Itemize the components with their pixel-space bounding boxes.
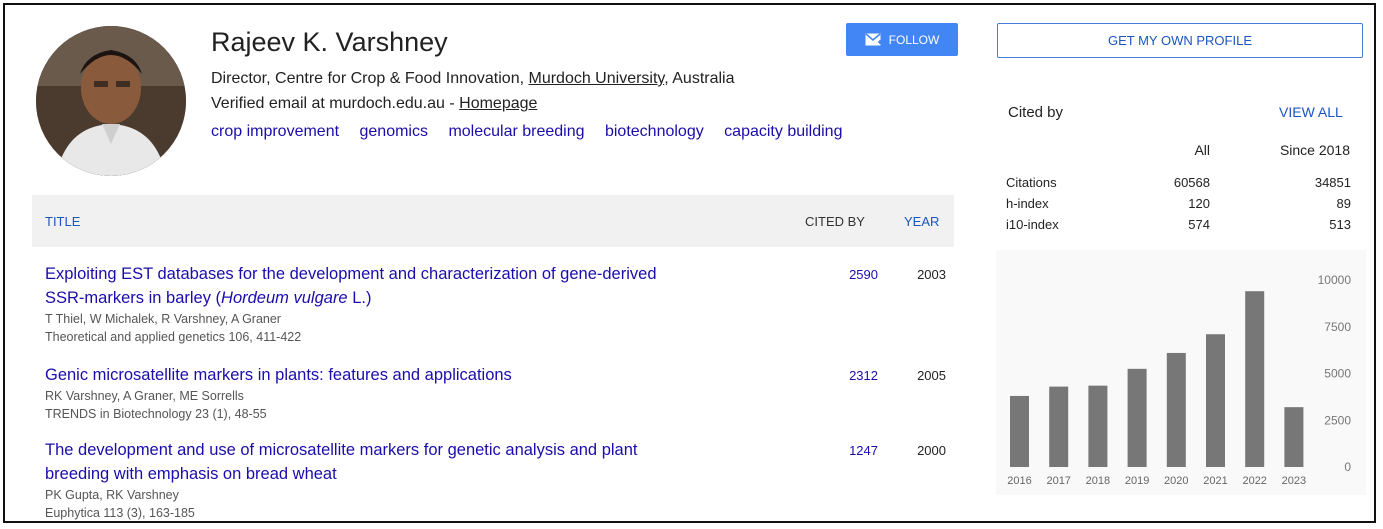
stat-label: Citations	[1006, 175, 1057, 190]
paper-venue: TRENDS in Biotechnology 23 (1), 48-55	[45, 407, 267, 421]
affiliation: Director, Centre for Crop & Food Innovat…	[211, 70, 735, 88]
cited-by-count[interactable]: 1247	[818, 443, 878, 458]
stat-since: 34851	[1314, 175, 1351, 190]
profile-name: Rajeev K. Varshney	[211, 27, 448, 57]
col-since-header: Since 2018	[1279, 142, 1350, 158]
paper-year: 2000	[917, 443, 946, 458]
interest-link[interactable]: crop improvement	[211, 123, 339, 140]
stat-all: 120	[1188, 196, 1210, 211]
affiliation-country: , Australia	[664, 70, 735, 87]
stats-row-h-index: h-index 120 89	[1006, 196, 1351, 214]
sort-by-cited[interactable]: CITED BY	[805, 214, 865, 229]
paper-authors: T Thiel, W Michalek, R Varshney, A Grane…	[45, 312, 281, 326]
interest-link[interactable]: molecular breeding	[448, 123, 584, 140]
cited-by-heading: Cited by	[1008, 104, 1064, 121]
stat-label: i10-index	[1006, 217, 1059, 232]
follow-button[interactable]: FOLLOW	[846, 23, 958, 56]
avatar	[36, 26, 186, 176]
stat-since: 89	[1336, 196, 1351, 211]
col-all-header: All	[1194, 142, 1210, 158]
stat-label: h-index	[1006, 196, 1049, 211]
stat-all: 574	[1188, 217, 1210, 232]
cited-by-count[interactable]: 2590	[818, 267, 878, 282]
paper-authors: RK Varshney, A Graner, ME Sorrells	[45, 389, 244, 403]
paper-title-line: SSR-markers in barley (	[45, 289, 222, 307]
verified-email: Verified email at murdoch.edu.au - Homep…	[211, 95, 537, 113]
follow-label: FOLLOW	[888, 32, 940, 47]
stat-since: 513	[1329, 217, 1351, 232]
interest-link[interactable]: genomics	[360, 123, 428, 140]
sort-by-title[interactable]: TITLE	[45, 214, 80, 229]
interest-link[interactable]: biotechnology	[605, 123, 704, 140]
paper-title-italic: Hordeum vulgare	[221, 289, 348, 307]
homepage-link[interactable]: Homepage	[459, 95, 537, 112]
paper-authors: PK Gupta, RK Varshney	[45, 488, 179, 502]
paper-year: 2005	[917, 368, 946, 383]
get-my-own-profile-button[interactable]: GET MY OWN PROFILE	[997, 23, 1363, 58]
paper-title-line: breeding with emphasis on bread wheat	[45, 465, 337, 483]
stats-row-i10-index: i10-index 574 513	[1006, 217, 1351, 235]
mail-icon	[865, 32, 882, 45]
interest-link[interactable]: capacity building	[724, 123, 842, 140]
avatar-photo	[36, 26, 186, 176]
paper-title-line: The development and use of microsatellit…	[45, 441, 638, 459]
stats-row-citations: Citations 60568 34851	[1006, 175, 1351, 193]
paper-title-line: L.)	[347, 289, 372, 307]
view-all-link[interactable]: VIEW ALL	[1279, 104, 1343, 120]
cited-by-count[interactable]: 2312	[818, 368, 878, 383]
paper-venue: Theoretical and applied genetics 106, 41…	[45, 330, 302, 344]
stat-all: 60568	[1173, 175, 1210, 190]
paper-title-line: Exploiting EST databases for the develop…	[45, 265, 657, 283]
email-text: Verified email at murdoch.edu.au -	[211, 95, 460, 112]
paper-venue: Euphytica 113 (3), 163-185	[45, 506, 195, 520]
paper-year: 2003	[917, 267, 946, 282]
affiliation-text: Director, Centre for Crop & Food Innovat…	[211, 70, 529, 87]
chart-background	[996, 250, 1366, 495]
affiliation-link[interactable]: Murdoch University	[528, 70, 664, 87]
research-interests: crop improvement genomics molecular bree…	[211, 123, 858, 141]
sort-by-year[interactable]: YEAR	[904, 214, 939, 229]
